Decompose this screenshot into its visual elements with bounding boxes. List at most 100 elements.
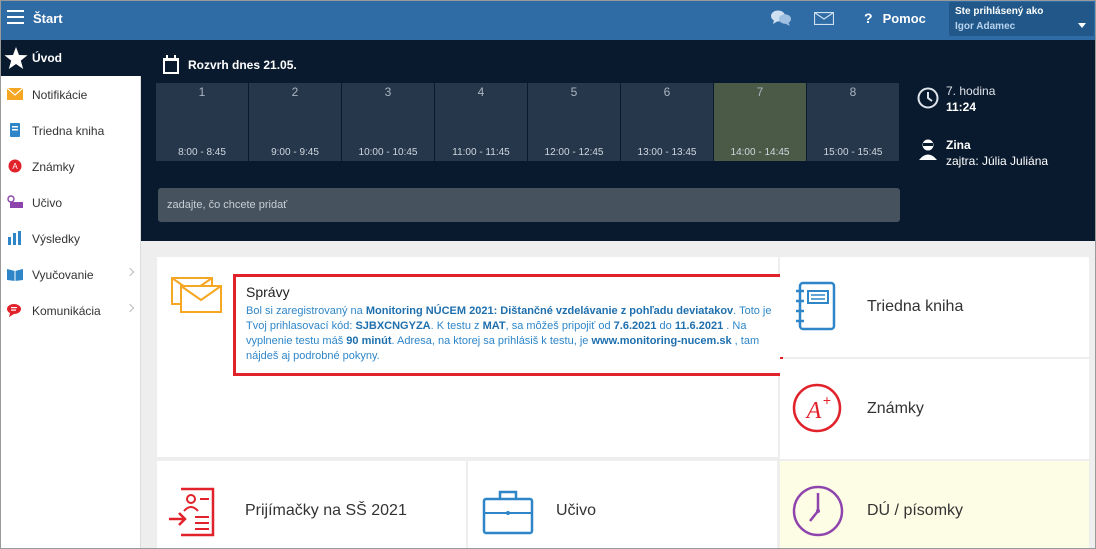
schedule-slot[interactable]: 1 8:00 - 8:45 [156,83,248,161]
envelope-icon [7,87,23,100]
slot-time: 14:00 - 14:45 [730,147,790,158]
user-menu[interactable]: Ste prihlásený ako Igor Adamec [949,2,1094,36]
date-from: 7.6.2021 [613,320,657,332]
schedule-slot[interactable]: 4 11:00 - 11:45 [435,83,527,161]
schedule-slot[interactable]: 8 15:00 - 15:45 [807,83,899,161]
top-bar: Štart ? Pomoc Ste prihlásený ako Igor Ada… [1,1,1095,40]
admission-form-icon [169,487,215,537]
slot-number: 2 [291,85,299,99]
slot-time: 13:00 - 13:45 [637,147,697,158]
tile-label: Učivo [556,502,597,519]
sidebar-item-triedna-kniha[interactable]: Triedna kniha [1,112,141,148]
app-window: Štart ? Pomoc Ste prihlásený ako Igor Ada… [0,0,1096,549]
slot-number: 8 [849,85,857,99]
schedule-slot-current[interactable]: 7 14:00 - 14:45 [714,83,806,161]
chevron-right-icon [125,267,135,277]
sidebar: Úvod Notifikácie Triedna kniha A Známky [1,40,141,548]
schedule-panel: Rozvrh dnes 21.05. 1 8:00 - 8:45 2 9:00 - … [141,40,1095,241]
clock-icon [917,87,939,109]
message-part: . Adresa, na ktorej sa prihlásiš k testu… [391,335,592,347]
bar-chart-icon [8,231,21,245]
sidebar-item-uvod[interactable]: Úvod [1,40,141,76]
speech-icon [7,304,21,317]
slot-time: 11:00 - 11:45 [452,147,510,158]
sidebar-item-vyucovanie[interactable]: Vyučovanie [1,256,141,292]
sidebar-item-vysledky[interactable]: Výsledky [1,220,141,256]
messages-heading: Správy [246,284,290,300]
slot-number: 6 [663,85,671,99]
schedule-slot[interactable]: 2 9:00 - 9:45 [249,83,341,161]
user-caption: Ste prihlásený ako [955,6,1044,17]
sidebar-item-notifikacie[interactable]: Notifikácie [1,76,141,112]
sidebar-item-komunikacia[interactable]: Komunikácia [1,292,141,328]
nameday-name: Zina [946,138,971,152]
slot-time: 12:00 - 12:45 [544,147,604,158]
sidebar-item-label: Známky [32,160,75,174]
sidebar-item-label: Výsledky [32,232,81,246]
person-icon [919,139,937,160]
current-time: 11:24 [946,100,977,114]
grade-icon: A [8,159,22,173]
svg-text:+: + [823,392,831,408]
clock-icon [792,485,844,537]
help-icon: ? [864,10,873,26]
sidebar-item-ucivo[interactable]: Učivo [1,184,141,220]
briefcase-icon [482,490,534,535]
tile-triedna-kniha[interactable]: Triedna kniha [780,257,1089,357]
user-name: Igor Adamec [955,21,1016,32]
schedule-slot[interactable]: 6 13:00 - 13:45 [621,83,713,161]
schedule-title: Rozvrh dnes 21.05. [188,58,297,72]
slot-number: 1 [198,85,206,99]
slot-time: 8:00 - 8:45 [178,147,226,158]
tile-ucivo[interactable]: Učivo [468,461,777,548]
calendar-icon [163,55,179,74]
tile-du-pisomky[interactable]: DÚ / písomky [780,461,1089,548]
date-to: 11.6.2021 [674,320,724,332]
add-item-input[interactable] [158,188,900,222]
svg-text:A: A [12,162,18,171]
sidebar-item-znamky[interactable]: A Známky [1,148,141,184]
screen-icon [7,195,23,208]
star-icon [4,47,28,69]
tile-znamky[interactable]: A + Známky [780,359,1089,459]
help-button[interactable]: ? Pomoc [864,10,926,26]
mail-icon[interactable] [814,12,834,25]
message-part: , sa môžeš pripojiť od [505,320,614,332]
slot-time: 9:00 - 9:45 [271,147,319,158]
tile-label: DÚ / písomky [867,502,964,519]
sidebar-item-label: Notifikácie [32,88,88,102]
current-hour-label: 7. hodina [946,84,996,98]
book-icon [10,123,20,137]
test-link[interactable]: www.monitoring-nucem.sk [591,335,731,347]
slot-number: 3 [384,85,392,99]
duration: 90 minút [346,335,392,347]
login-code: SJBXCNGYZA [355,320,431,332]
notebook-icon [796,281,836,331]
messages-highlight: Správy Bol si zaregistrovaný na Monitori… [233,274,783,376]
tile-label: Známky [867,400,924,417]
message-part: . K testu z [430,320,483,332]
chevron-right-icon [125,303,135,313]
event-name: Monitoring NÚCEM 2021: Dištančné vzdeláv… [365,305,734,317]
sidebar-item-label: Komunikácia [32,304,101,318]
chevron-down-icon [1078,23,1086,28]
svg-text:A: A [805,398,822,424]
tile-label: Triedna kniha [867,298,964,315]
sidebar-item-label: Triedna kniha [32,124,105,138]
schedule-slot[interactable]: 5 12:00 - 12:45 [528,83,620,161]
messages-tile[interactable]: Správy Bol si zaregistrovaný na Monitori… [157,257,783,457]
schedule-slot[interactable]: 3 10:00 - 10:45 [342,83,434,161]
slot-number: 4 [477,85,485,99]
slot-number: 5 [570,85,578,99]
nameday-tomorrow: zajtra: Júlia Juliána [946,154,1049,168]
tile-prijimacky[interactable]: Prijímačky na SŠ 2021 [157,461,466,548]
message-part: do [656,320,675,332]
help-label: Pomoc [882,11,926,26]
chat-icon[interactable] [770,9,792,27]
sidebar-item-label: Učivo [32,196,63,210]
menu-icon[interactable] [7,10,24,25]
grade-icon: A + [792,383,842,433]
sidebar-item-label: Úvod [32,51,62,65]
sidebar-item-label: Vyučovanie [32,268,94,282]
subject: MAT [482,320,506,332]
